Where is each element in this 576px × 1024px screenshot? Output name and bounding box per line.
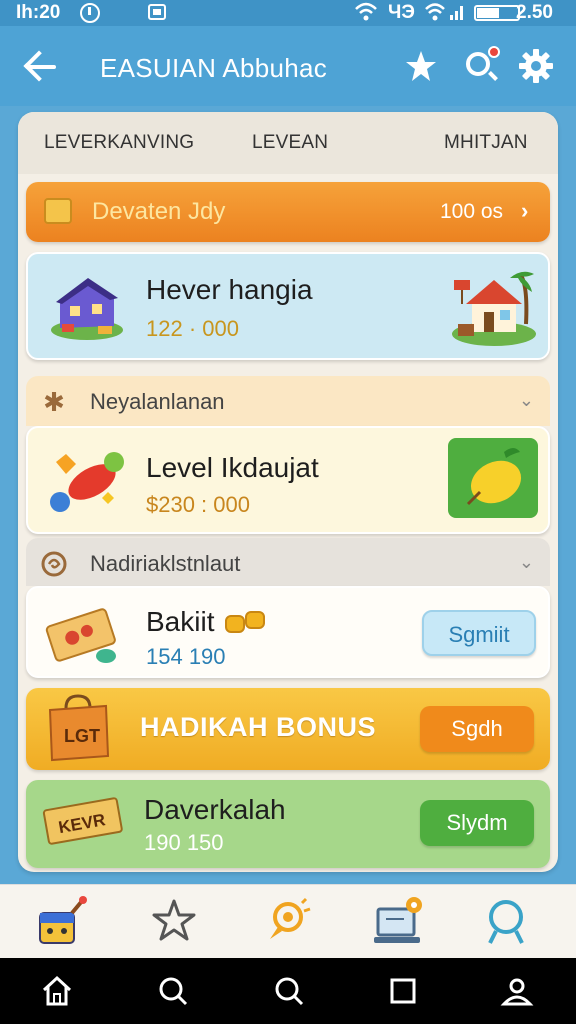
daily-banner-label: Devaten Jdy [92, 198, 226, 225]
level-card-amount: $230 : 000 [146, 492, 250, 517]
chevron-right-icon: › [521, 198, 529, 223]
search-icon[interactable] [478, 895, 534, 949]
cottage-icon [452, 271, 536, 346]
square-icon[interactable] [386, 974, 420, 1008]
bonus-title: HADIKAH BONUS [140, 712, 376, 742]
spiral-icon [40, 550, 68, 578]
computer-icon[interactable] [372, 895, 428, 949]
gear-icon[interactable] [518, 48, 554, 84]
daverkalah-button[interactable]: Slydm [420, 800, 534, 846]
daily-banner-value: 100 os [440, 200, 504, 223]
star-icon[interactable] [403, 48, 439, 84]
lightbulb-icon[interactable] [258, 895, 314, 949]
search-icon[interactable] [462, 46, 500, 84]
search-icon[interactable] [156, 974, 190, 1008]
section-header-one[interactable]: ✱ Neyalanlanan ⌄ [26, 376, 550, 426]
search-icon[interactable] [272, 974, 306, 1008]
paint-box-icon[interactable] [32, 895, 88, 949]
tab-bar: LEVERKANVING LEVEAN MHITJAN [18, 112, 558, 174]
crate-icon [44, 198, 72, 224]
battery-level: 2.50 [516, 2, 553, 23]
notification-icon [148, 4, 166, 20]
level-card[interactable]: Level Ikdaujat $230 : 000 [26, 426, 550, 534]
house-card-title: Hever hangia [146, 274, 313, 305]
bag-label: LGT [64, 726, 100, 746]
submit-button[interactable]: Sgmiit [422, 610, 536, 656]
chevron-down-icon: ⌄ [518, 390, 534, 410]
star-badge-icon: ✱ [43, 387, 65, 417]
house-card-amount: 122 · 000 [146, 316, 239, 341]
clock-icon [80, 3, 100, 23]
shopping-bag-icon: LGT [48, 694, 110, 762]
tab-leverkanving[interactable]: LEVERKANVING [44, 132, 194, 154]
lemon-icon [448, 438, 538, 518]
section-one-label: Neyalanlanan [90, 389, 225, 414]
back-arrow-icon[interactable] [22, 46, 62, 86]
tab-mhitjan[interactable]: MHITJAN [444, 132, 528, 154]
section-two-label: Nadiriaklstnlaut [90, 551, 241, 576]
daily-banner[interactable]: Devaten Jdy 100 os › [26, 182, 550, 242]
house-icon [51, 278, 123, 340]
candy-icon [50, 452, 124, 512]
status-bar: Ih:20 ЧЭ 2.50 [0, 0, 576, 26]
house-card[interactable]: Hever hangia 122 · 000 [26, 252, 550, 360]
notification-dot [488, 46, 500, 58]
status-time: Ih:20 [16, 2, 61, 23]
home-icon[interactable] [40, 974, 74, 1008]
wifi-icon [354, 1, 378, 29]
level-card-title: Level Ikdaujat [146, 452, 319, 483]
bottom-nav [0, 884, 576, 958]
bonus-button[interactable]: Sgdh [420, 706, 534, 752]
ticket-kevr-icon: KEVR [42, 797, 123, 845]
bakiit-card[interactable]: Bakiit 154 190 Sgmiit [26, 586, 550, 678]
signal-icon [450, 6, 464, 20]
main-panel: LEVERKANVING LEVEAN MHITJAN Devaten Jdy … [18, 112, 558, 872]
bakiit-card-amount: 154 190 [146, 644, 226, 669]
battery-icon [474, 5, 520, 21]
section-header-two[interactable]: Nadiriaklstnlaut ⌄ [26, 538, 550, 586]
wifi-icon [424, 1, 446, 29]
system-nav-bar [0, 958, 576, 1024]
daverkalah-card-amount: 190 150 [144, 830, 224, 855]
carrier-label: ЧЭ [388, 2, 415, 23]
tab-levean[interactable]: LEVEAN [252, 132, 328, 154]
app-header: EASUIAN Abbuhac [0, 26, 576, 106]
bakiit-card-title: Bakiit [146, 606, 215, 637]
bonus-banner[interactable]: LGT HADIKAH BONUS Sgdh [26, 688, 550, 770]
user-icon[interactable] [500, 974, 534, 1008]
page-title: EASUIAN Abbuhac [100, 53, 328, 83]
chevron-down-icon: ⌄ [518, 552, 534, 572]
star-outline-icon[interactable] [146, 895, 202, 949]
coins-icon [225, 611, 265, 633]
daverkalah-card-title: Daverkalah [144, 794, 286, 825]
ticket-icon [45, 608, 116, 663]
daverkalah-card[interactable]: KEVR Daverkalah 190 150 Slydm [26, 780, 550, 868]
